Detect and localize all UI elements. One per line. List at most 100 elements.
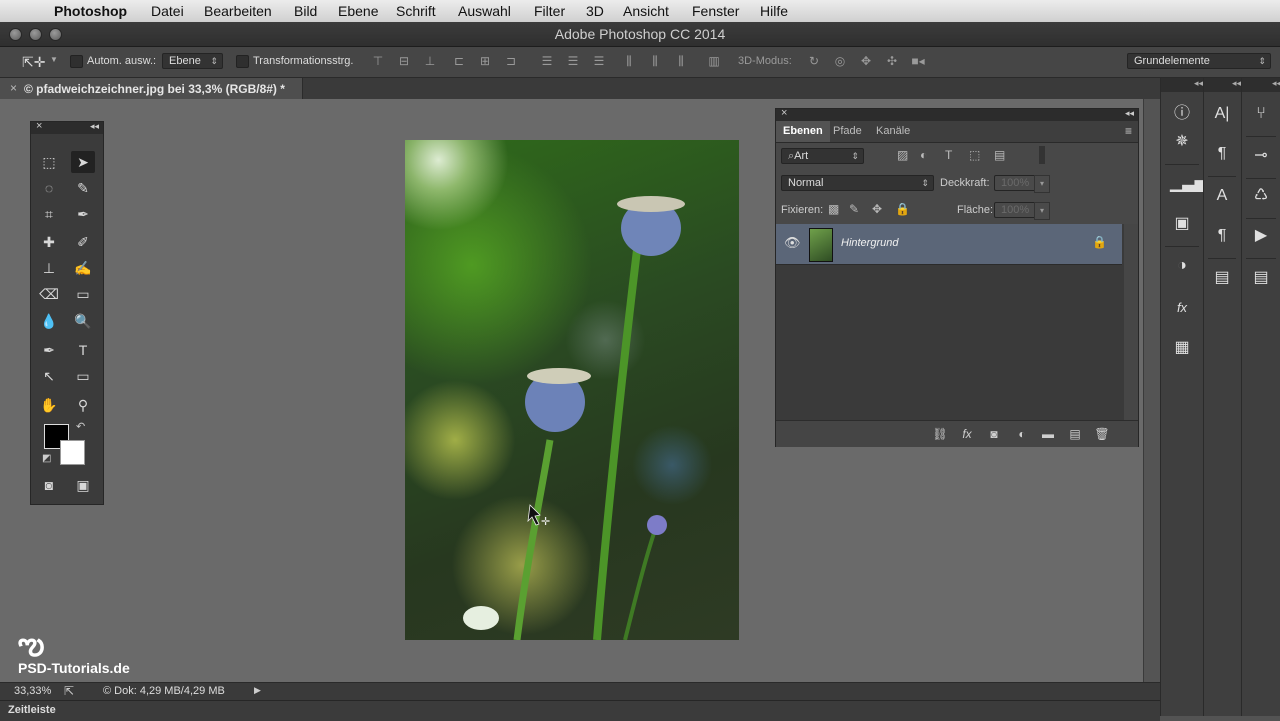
gradient-tool-icon[interactable]: ▭ xyxy=(71,283,95,305)
filter-toggle[interactable] xyxy=(1039,146,1045,164)
history-brush-tool-icon[interactable]: ✍ xyxy=(71,257,95,279)
close-icon[interactable]: × xyxy=(36,120,42,132)
lock-all-icon[interactable]: 🔒 xyxy=(895,202,910,216)
move-tool-preset-icon[interactable]: ⇱✛ xyxy=(22,54,45,71)
menu-filter[interactable]: Filter xyxy=(534,3,565,19)
filter-adjustment-icon[interactable]: ◐ xyxy=(920,148,927,162)
tab-pfade[interactable]: Pfade xyxy=(826,121,869,142)
hand-tool-icon[interactable]: ✋ xyxy=(37,394,61,416)
chevron-down-icon[interactable]: ▼ xyxy=(50,55,58,64)
align-top-icon[interactable]: ⊤ xyxy=(371,54,385,68)
character-icon[interactable]: A| xyxy=(1210,102,1234,126)
close-tab-icon[interactable]: × xyxy=(10,81,17,95)
chevron-down-icon[interactable]: ▾ xyxy=(1034,202,1050,220)
lock-pixels-icon[interactable]: ✎ xyxy=(849,202,859,216)
layers-scrollbar[interactable] xyxy=(1124,224,1138,420)
panel-menu-icon[interactable]: ≡ xyxy=(1125,124,1132,138)
quick-selection-tool-icon[interactable]: ✎ xyxy=(71,177,95,199)
tool-presets-icon[interactable]: ⊸ xyxy=(1249,144,1273,168)
layers-panel-header[interactable]: × ◂◂ xyxy=(776,107,1138,121)
menu-ebene[interactable]: Ebene xyxy=(338,3,378,19)
move-tool-icon[interactable]: ➤ xyxy=(71,151,95,173)
swatches-grid-icon[interactable]: ▦ xyxy=(1170,336,1194,360)
collapse-icon[interactable]: ◂◂ xyxy=(90,121,99,132)
menu-bild[interactable]: Bild xyxy=(294,3,317,19)
brush-presets-icon[interactable]: ⑂ xyxy=(1249,102,1273,126)
play-actions-icon[interactable]: ▶ xyxy=(1249,224,1273,248)
timeline-label[interactable]: Zeitleiste xyxy=(8,704,56,716)
paragraph-styles-icon[interactable]: ¶ xyxy=(1210,224,1234,248)
menu-auswahl[interactable]: Auswahl xyxy=(458,3,511,19)
link-layers-icon[interactable]: ⛓ xyxy=(932,427,948,441)
character-styles-icon[interactable]: A xyxy=(1210,184,1234,208)
pen-tool-icon[interactable]: ✒ xyxy=(37,339,61,361)
workspace-dropdown[interactable]: Grundelemente ⇕ xyxy=(1127,53,1271,69)
document-image[interactable]: ✛ xyxy=(405,140,739,640)
filter-type-icon[interactable]: T xyxy=(945,148,952,162)
fill-input[interactable]: 100% xyxy=(994,202,1036,218)
opacity-input[interactable]: 100% xyxy=(994,175,1036,191)
distribute-top-icon[interactable]: ☰ xyxy=(540,54,554,68)
filter-smart-object-icon[interactable]: ▤ xyxy=(994,148,1005,162)
trash-icon[interactable]: 🗑 xyxy=(1094,427,1110,441)
navigator-icon[interactable]: ✵ xyxy=(1170,130,1194,154)
add-mask-icon[interactable]: ◙ xyxy=(986,427,1002,441)
3d-slide-icon[interactable]: ✣ xyxy=(885,54,899,68)
tools-panel-header[interactable]: × ◂◂ xyxy=(31,120,103,134)
distribute-hcenter-icon[interactable]: ⫼ xyxy=(648,54,662,68)
zoom-tool-icon[interactable]: ⚲ xyxy=(71,394,95,416)
dock-header[interactable]: ◂◂ xyxy=(1204,78,1241,92)
menu-hilfe[interactable]: Hilfe xyxy=(760,3,788,19)
align-left-icon[interactable]: ⊏ xyxy=(452,54,466,68)
menu-bearbeiten[interactable]: Bearbeiten xyxy=(204,3,272,19)
brush-tool-icon[interactable]: ✐ xyxy=(71,231,95,253)
blend-mode-dropdown[interactable]: Normal ⇕ xyxy=(781,175,934,191)
3d-scale-icon[interactable]: ■◂ xyxy=(911,54,925,68)
menu-schrift[interactable]: Schrift xyxy=(396,3,436,19)
background-color-swatch[interactable] xyxy=(60,440,85,465)
tab-kanaele[interactable]: Kanäle xyxy=(869,121,917,142)
filter-shape-icon[interactable]: ⬚ xyxy=(969,148,980,162)
collapse-icon[interactable]: ◂◂ xyxy=(1232,78,1241,88)
vertical-scrollbar[interactable] xyxy=(1143,99,1161,682)
auto-align-icon[interactable]: ▥ xyxy=(707,54,721,68)
clone-source-icon[interactable]: ♺ xyxy=(1249,184,1273,208)
auto-select-checkbox[interactable] xyxy=(70,55,83,68)
crop-tool-icon[interactable]: ⌗ xyxy=(37,203,61,225)
eraser-tool-icon[interactable]: ⌫ xyxy=(37,283,61,305)
new-layer-icon[interactable]: ▤ xyxy=(1067,427,1083,441)
zoom-level[interactable]: 33,33% xyxy=(14,685,51,697)
menu-datei[interactable]: Datei xyxy=(151,3,184,19)
align-hcenter-icon[interactable]: ⊞ xyxy=(478,54,492,68)
screen-mode-icon[interactable]: ▣ xyxy=(71,474,95,496)
properties-icon[interactable]: ▣ xyxy=(1170,212,1194,236)
timeline-bar[interactable]: Zeitleiste xyxy=(0,700,1160,721)
close-icon[interactable]: × xyxy=(781,107,787,119)
histogram-icon[interactable]: ▁▃▅ xyxy=(1170,172,1207,196)
status-menu-arrow-icon[interactable]: ▶ xyxy=(254,685,261,696)
transform-controls-checkbox[interactable] xyxy=(236,55,249,68)
notes-icon[interactable]: ▤ xyxy=(1249,266,1273,290)
eyedropper-tool-icon[interactable]: ✒ xyxy=(71,203,95,225)
align-bottom-icon[interactable]: ⊥ xyxy=(423,54,437,68)
distribute-vcenter-icon[interactable]: ☰ xyxy=(566,54,580,68)
tab-ebenen[interactable]: Ebenen xyxy=(776,121,830,142)
healing-brush-tool-icon[interactable]: ✚ xyxy=(37,231,61,253)
dock-header[interactable]: ◂◂ xyxy=(1242,78,1280,92)
distribute-right-icon[interactable]: ⫼ xyxy=(674,54,688,68)
swap-colors-icon[interactable]: ↶ xyxy=(76,420,85,433)
chevron-down-icon[interactable]: ▾ xyxy=(1034,175,1050,193)
menu-fenster[interactable]: Fenster xyxy=(692,3,739,19)
quick-mask-icon[interactable]: ◙ xyxy=(37,474,61,496)
filter-pixel-icon[interactable]: ▨ xyxy=(897,148,908,162)
info-icon[interactable]: ⓘ xyxy=(1170,102,1194,126)
align-vcenter-icon[interactable]: ⊟ xyxy=(397,54,411,68)
export-icon[interactable]: ⇱ xyxy=(64,684,74,698)
3d-drag-icon[interactable]: ✥ xyxy=(859,54,873,68)
collapse-icon[interactable]: ◂◂ xyxy=(1125,108,1134,119)
auto-select-dropdown[interactable]: Ebene ⇕ xyxy=(162,53,223,69)
layer-filter-dropdown[interactable]: ⌕Art ⇕ xyxy=(781,148,864,164)
document-tab[interactable]: × © pfadweichzeichner.jpg bei 33,3% (RGB… xyxy=(0,78,303,99)
menu-ansicht[interactable]: Ansicht xyxy=(623,3,669,19)
fx-icon[interactable]: fx xyxy=(959,427,975,441)
